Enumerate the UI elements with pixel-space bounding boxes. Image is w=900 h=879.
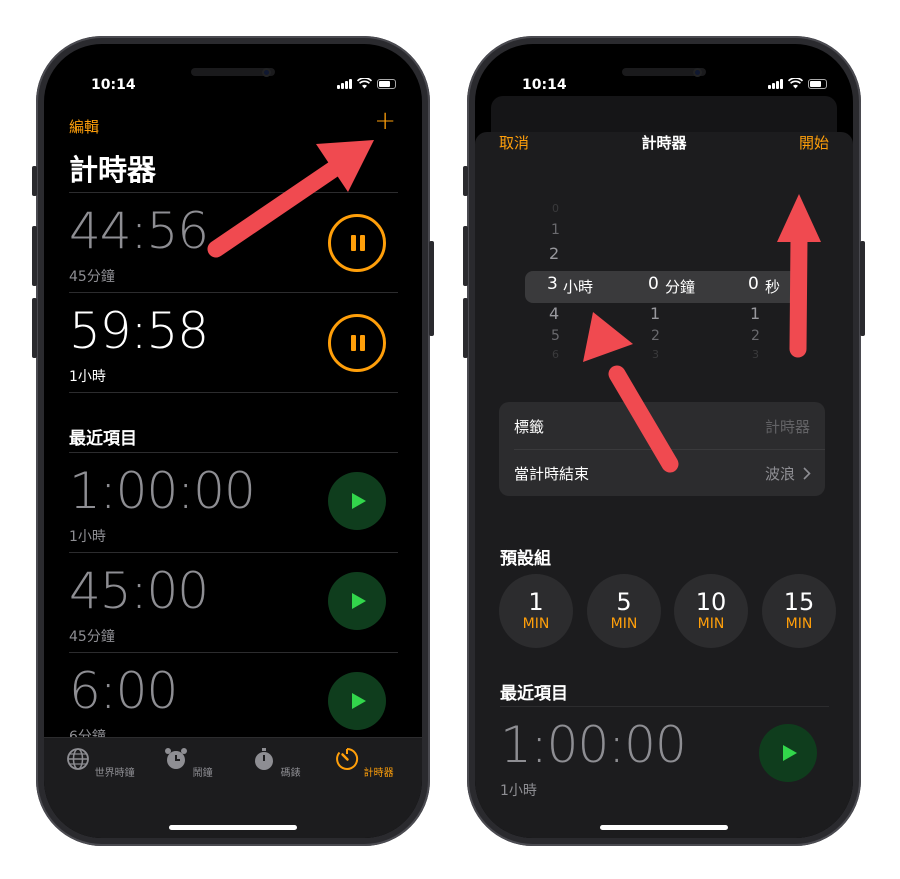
- annotation-arrow-icon: [207, 140, 374, 258]
- annotation-arrow-icon: [583, 194, 821, 473]
- left-phone-frame: 10:14 編輯 + 計時器 44:56 45分鐘 59:58 1小時 最近項目…: [32, 36, 434, 846]
- right-screen: 10:14 取消 計時器 開始 0 1 2 3 小時 4 5 6 0 分鐘 1 …: [475, 44, 853, 838]
- right-phone-frame: 10:14 取消 計時器 開始 0 1 2 3 小時 4 5 6 0 分鐘 1 …: [463, 36, 865, 846]
- left-screen: 10:14 編輯 + 計時器 44:56 45分鐘 59:58 1小時 最近項目…: [44, 44, 422, 838]
